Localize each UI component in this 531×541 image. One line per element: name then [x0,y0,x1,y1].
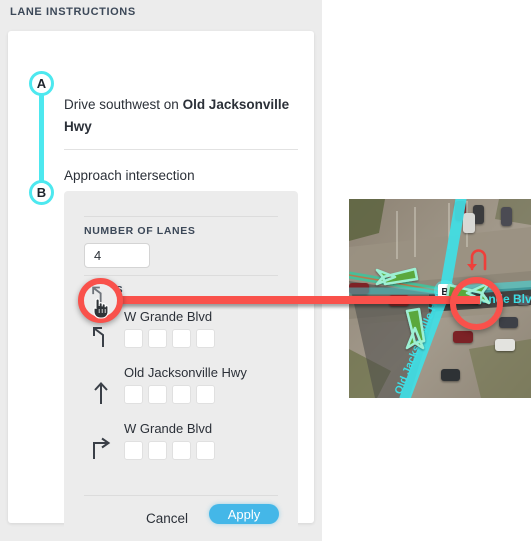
turn-street-name: Old Jacksonville Hwy [124,365,247,380]
lane-checkbox-group [124,441,215,460]
page-title: LANE INSTRUCTIONS [10,6,136,18]
lane-checkbox[interactable] [148,385,167,404]
step-connector-line [39,83,44,188]
lane-checkbox[interactable] [124,385,143,404]
lane-instructions-sidebar: LANE INSTRUCTIONS A B Drive southwest on… [0,0,322,541]
instruction-divider [64,149,298,150]
lane-checkbox[interactable] [148,441,167,460]
step-badge-a: A [29,71,54,96]
number-of-lanes-input[interactable] [84,243,150,268]
lane-checkbox[interactable] [196,441,215,460]
instruction-step-b: Approach intersection [64,168,195,183]
right-turn-arrow-icon[interactable] [90,437,112,461]
turn-row: W Grande Blvd [64,415,298,471]
straight-arrow-icon[interactable] [90,381,112,405]
panel-divider-middle [84,275,278,276]
step-badge-b: B [29,180,54,205]
cancel-button[interactable]: Cancel [138,507,196,530]
number-of-lanes-label: NUMBER OF LANES [84,225,196,237]
map-highlight-circle [450,277,503,330]
lane-checkbox[interactable] [124,441,143,460]
turn-street-name: W Grande Blvd [124,421,213,436]
lane-checkbox[interactable] [172,441,191,460]
lane-checkbox[interactable] [196,329,215,348]
panel-divider-bottom [84,495,278,496]
instruction-a-prefix: Drive southwest on [64,97,183,112]
pointing-hand-cursor-icon [89,295,111,319]
slight-left-arrow-icon[interactable] [90,325,112,349]
instruction-step-a: Drive southwest on Old Jacksonville Hwy [64,94,298,139]
lane-checkbox[interactable] [196,385,215,404]
turn-row: Old Jacksonville Hwy [64,359,298,415]
panel-divider-top [84,216,278,217]
annotation-connector-line [100,296,480,304]
lane-checkbox-group [124,385,215,404]
turn-street-name: W Grande Blvd [124,309,213,324]
lane-checkbox[interactable] [148,329,167,348]
lane-checkbox[interactable] [124,329,143,348]
step-rail: A B [20,61,62,205]
lane-checkbox[interactable] [172,385,191,404]
lane-checkbox-group [124,329,215,348]
apply-button[interactable]: Apply [209,504,279,524]
instructions-card: A B Drive southwest on Old Jacksonville … [8,31,314,535]
lane-checkbox[interactable] [172,329,191,348]
lane-editor-panel: NUMBER OF LANES TURNS W Grande Blvd [64,191,298,535]
